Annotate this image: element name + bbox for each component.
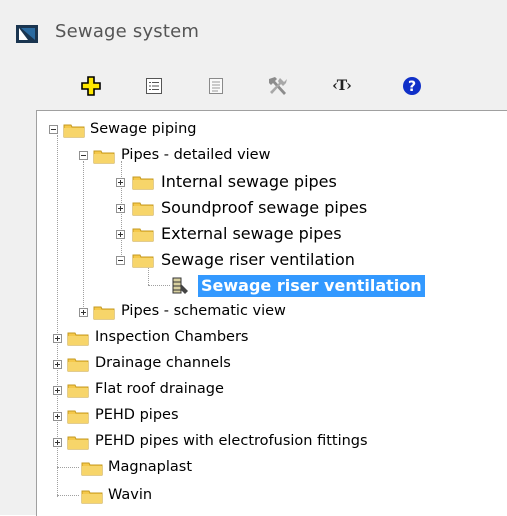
tree-item-label: Inspection Chambers (95, 329, 249, 345)
tree-item-sewage-riser-ventilation-selected[interactable]: Sewage riser ventilation (37, 273, 507, 299)
yellow-plus-icon (81, 76, 101, 96)
tree-item-internal-sewage-pipes[interactable]: Internal sewage pipes (37, 169, 507, 195)
tree-item-label: PEHD pipes (95, 407, 179, 423)
app-window: Sewage system ‹T› ? Sewage piping Pipes … (0, 0, 507, 516)
expand-icon[interactable] (53, 412, 62, 421)
help-icon: ? (403, 77, 421, 95)
toolbar: ‹T› ? (0, 62, 507, 110)
tree-item-soundproof-sewage-pipes[interactable]: Soundproof sewage pipes (37, 195, 507, 221)
window-title: Sewage system (55, 21, 200, 42)
tree-item-label: Sewage piping (90, 121, 197, 137)
tree-item-label: Flat roof drainage (95, 381, 224, 397)
tree-item-label: Magnaplast (108, 459, 193, 475)
folder-icon (81, 490, 103, 504)
add-button[interactable] (77, 72, 105, 100)
tree-item-wavin[interactable]: Wavin (37, 483, 507, 509)
tree-item-magnaplast[interactable]: Magnaplast (37, 455, 507, 481)
tree-item-label: Pipes - schematic view (121, 303, 286, 319)
folder-icon (93, 150, 115, 164)
folder-icon (63, 124, 85, 138)
tree-item-label: Pipes - detailed view (121, 147, 271, 163)
help-button[interactable]: ? (398, 72, 426, 100)
tree-item-pehd-pipes-electrofusion[interactable]: PEHD pipes with electrofusion fittings (37, 429, 507, 455)
tools-button[interactable] (264, 72, 292, 100)
tree-item-label: Sewage riser ventilation (198, 275, 425, 297)
title-bar: Sewage system (0, 0, 507, 62)
text-tag-button[interactable]: ‹T› (327, 72, 357, 100)
folder-icon (81, 462, 103, 476)
svg-text:?: ? (408, 79, 416, 95)
tree-item-label: External sewage pipes (161, 224, 342, 243)
app-window-icon (16, 25, 38, 43)
tree-item-label: Sewage riser ventilation (161, 250, 355, 269)
document-icon (209, 78, 223, 94)
properties-button[interactable] (140, 72, 168, 100)
tree-item-label: Wavin (108, 487, 153, 503)
tree-item-inspection-chambers[interactable]: Inspection Chambers (37, 325, 507, 351)
collapse-icon[interactable] (116, 256, 125, 265)
tree-item-pipes-schematic-view[interactable]: Pipes - schematic view (37, 299, 507, 325)
tree-item-label: PEHD pipes with electrofusion fittings (95, 433, 368, 449)
tree-item-drainage-channels[interactable]: Drainage channels (37, 351, 507, 377)
folder-icon (67, 436, 89, 450)
expand-icon[interactable] (116, 178, 125, 187)
expand-icon[interactable] (79, 308, 88, 317)
tree-item-sewage-piping[interactable]: Sewage piping (37, 117, 507, 143)
expand-icon[interactable] (53, 438, 62, 447)
hammer-wrench-icon (269, 77, 287, 95)
folder-icon (132, 254, 154, 268)
collapse-icon[interactable] (79, 151, 88, 160)
folder-icon (67, 358, 89, 372)
tree-item-flat-roof-drainage[interactable]: Flat roof drainage (37, 377, 507, 403)
folder-icon (132, 228, 154, 242)
expand-icon[interactable] (53, 386, 62, 395)
tree-item-pipes-detailed-view[interactable]: Pipes - detailed view (37, 143, 507, 169)
tree-item-external-sewage-pipes[interactable]: External sewage pipes (37, 221, 507, 247)
tree-item-label: Soundproof sewage pipes (161, 198, 368, 217)
expand-icon[interactable] (53, 360, 62, 369)
expand-icon[interactable] (116, 230, 125, 239)
list-dialog-icon (146, 78, 162, 94)
expand-icon[interactable] (53, 334, 62, 343)
folder-icon (67, 410, 89, 424)
folder-icon (67, 332, 89, 346)
folder-icon (132, 202, 154, 216)
tree-item-label: Drainage channels (95, 355, 231, 371)
folder-icon (93, 306, 115, 320)
tree-item-label: Internal sewage pipes (161, 172, 337, 191)
expand-icon[interactable] (116, 204, 125, 213)
text-tag-label: ‹T› (332, 78, 352, 94)
document-button[interactable] (202, 72, 230, 100)
folder-icon (132, 176, 154, 190)
collapse-icon[interactable] (49, 125, 58, 134)
tree-view[interactable]: Sewage piping Pipes - detailed view Inte… (36, 110, 507, 516)
folder-icon (67, 384, 89, 398)
tree-item-pehd-pipes[interactable]: PEHD pipes (37, 403, 507, 429)
tree-item-sewage-riser-ventilation-folder[interactable]: Sewage riser ventilation (37, 247, 507, 273)
pipe-element-icon (172, 277, 188, 294)
